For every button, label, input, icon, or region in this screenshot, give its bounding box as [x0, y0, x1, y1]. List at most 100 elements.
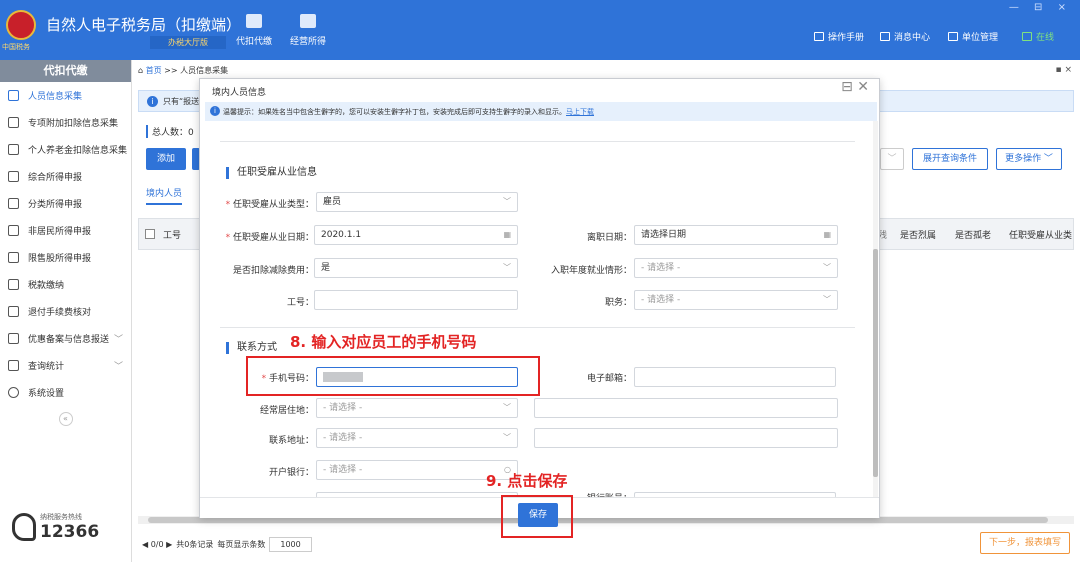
sidebar: 代扣代缴 人员信息采集 专项附加扣除信息采集 个人养老金扣除信息采集 综合所得申… [0, 60, 132, 562]
dialog-title: 境内人员信息 [212, 88, 267, 98]
sidebar-item-pension[interactable]: 个人养老金扣除信息采集 [0, 136, 131, 163]
chevron-down-icon: ﹀ [503, 433, 511, 442]
sidebar-item-classified[interactable]: 分类所得申报 [0, 190, 131, 217]
emp-date-label: * 任职受雇从业日期： [225, 233, 314, 243]
annotation-step9: 9. 点击保存 [486, 472, 568, 490]
section-employment: 任职受雇从业信息 [226, 167, 317, 179]
hotline: 纳税服务热线 12366 [12, 512, 99, 542]
residence-detail-input[interactable] [534, 398, 838, 418]
divider [220, 141, 855, 142]
next-step-button[interactable]: 下一步，报表填写 [979, 532, 1070, 554]
deduct-label: 是否扣除减除费用： [232, 266, 314, 276]
leave-date-input[interactable]: 请选择日期 ▦ [634, 225, 838, 245]
gear-icon [8, 387, 19, 398]
deduct-select[interactable]: 是 ﹀ [314, 258, 518, 278]
breadcrumb: ⌂ 首页 >> 人员信息采集 [138, 66, 229, 75]
annotation-box-phone [246, 356, 540, 396]
section-contact: 联系方式 [226, 342, 277, 354]
sidebar-item-restricted-stock[interactable]: 限售股所得申报 [0, 244, 131, 271]
pager: ◀ 0/0 ▶ 共0条记录 每页显示条数 1000 [142, 537, 312, 552]
expand-query-button[interactable]: 展开查询条件 [912, 148, 988, 170]
emp-type-label: * 任职受雇从业类型： [225, 200, 314, 210]
building-icon [948, 32, 958, 41]
tax-emblem-icon [6, 10, 36, 40]
divider [220, 327, 855, 328]
person-icon [8, 90, 19, 101]
chevron-down-icon: ﹀ [823, 295, 831, 304]
pager-nav[interactable]: ◀ 0/0 ▶ [142, 540, 172, 549]
total-count: 总人数：0 [146, 125, 194, 138]
page-size-input[interactable]: 1000 [269, 537, 312, 552]
panel-controls[interactable]: ▪ × [1055, 65, 1072, 75]
annotation-step8: 8. 输入对应员工的手机号码 [290, 333, 477, 351]
sidebar-item-nonresident[interactable]: 非居民所得申报 [0, 217, 131, 244]
position-select[interactable]: - 请选择 - ﹀ [634, 290, 838, 310]
sidebar-item-comprehensive[interactable]: 综合所得申报 [0, 163, 131, 190]
scroll-thumb[interactable] [873, 249, 878, 477]
add-button[interactable]: 添加 [146, 148, 186, 170]
chevron-down-icon: ﹀ [113, 335, 123, 345]
emp-date-input[interactable]: 2020.1.1 ▦ [314, 225, 518, 245]
emp-type-select[interactable]: 雇员 ﹀ [316, 192, 518, 212]
manual-link[interactable]: 操作手册 [814, 30, 864, 43]
residence-select[interactable]: - 请选择 - ﹀ [316, 398, 518, 418]
checklist-icon [8, 306, 19, 317]
unit-manage-link[interactable]: 单位管理 [948, 30, 998, 43]
col-elderly: 是否孤老 [955, 231, 992, 241]
staff-no-label: 工号： [286, 298, 314, 308]
entry-year-select[interactable]: - 请选择 - ﹀ [634, 258, 838, 278]
tab-domestic[interactable]: 境内人员 [146, 186, 183, 205]
address-select[interactable]: - 请选择 - ﹀ [316, 428, 518, 448]
folder-icon [246, 14, 262, 28]
chevron-down-icon: ﹀ [503, 263, 511, 272]
sidebar-item-settings[interactable]: 系统设置 [0, 379, 131, 406]
sidebar-item-preferential[interactable]: 优惠备案与信息报送 ﹀ [0, 325, 131, 352]
document-icon [8, 144, 19, 155]
email-label: 电子邮箱： [586, 374, 632, 384]
mail-icon [880, 32, 890, 41]
person-outline-icon [8, 225, 19, 236]
nav-withholding[interactable]: 代扣代缴 [224, 14, 284, 47]
hotline-number: 12366 [40, 522, 100, 542]
info-icon: i [147, 96, 158, 107]
sidebar-item-special-deduction[interactable]: 专项附加扣除信息采集 [0, 109, 131, 136]
staff-no-input[interactable] [314, 290, 518, 310]
window-controls[interactable]: — ⊟ × [1009, 2, 1072, 13]
monitor-icon [1022, 32, 1032, 41]
manual-icon [814, 32, 824, 41]
entry-year-label: 入职年度就业情形： [550, 266, 632, 276]
download-link[interactable]: 马上下载 [566, 108, 594, 116]
coins-icon [300, 14, 316, 28]
email-input[interactable] [634, 367, 836, 387]
nav-business-income[interactable]: 经营所得 [278, 14, 338, 47]
sidebar-item-tax-payment[interactable]: 税款缴纳 [0, 271, 131, 298]
sidebar-title: 代扣代缴 [0, 60, 131, 82]
hall-badge: 办税大厅版 [150, 36, 226, 49]
pie-icon [8, 198, 19, 209]
calendar-icon: ▦ [823, 230, 831, 239]
info-icon: i [210, 106, 220, 116]
address-detail-input[interactable] [534, 428, 838, 448]
chevron-down-icon: ﹀ [503, 197, 511, 206]
dialog-controls[interactable]: ⊟ ✕ [841, 79, 869, 95]
collapse-sidebar-button[interactable]: « [58, 412, 73, 426]
annotation-box-save [501, 495, 573, 538]
filter-dropdown[interactable]: ﹀ [880, 148, 904, 170]
chevron-down-icon: ﹀ [823, 263, 831, 272]
hotline-label: 纳税服务热线 [40, 513, 82, 521]
sidebar-item-query[interactable]: 查询统计 ﹀ [0, 352, 131, 379]
layers-icon [8, 171, 19, 182]
select-all-checkbox[interactable] [145, 229, 155, 239]
vertical-scrollbar[interactable] [873, 121, 878, 499]
phone-icon [12, 513, 36, 541]
total-records: 共0条记录 [176, 540, 214, 549]
sidebar-item-person-info[interactable]: 人员信息采集 [0, 82, 131, 109]
breadcrumb-home[interactable]: 首页 [146, 66, 162, 75]
person-info-dialog: 境内人员信息 ⊟ ✕ i 温馨提示：如果姓名当中包含生僻字的，您可以安装生僻字补… [199, 78, 880, 518]
card-icon [8, 279, 19, 290]
address-label: 联系地址： [268, 436, 314, 446]
online-status[interactable]: 在线 [1022, 30, 1054, 43]
sidebar-item-refund-check[interactable]: 退付手续费核对 [0, 298, 131, 325]
more-actions-button[interactable]: 更多操作 ﹀ [996, 148, 1062, 170]
message-center-link[interactable]: 消息中心 [880, 30, 930, 43]
